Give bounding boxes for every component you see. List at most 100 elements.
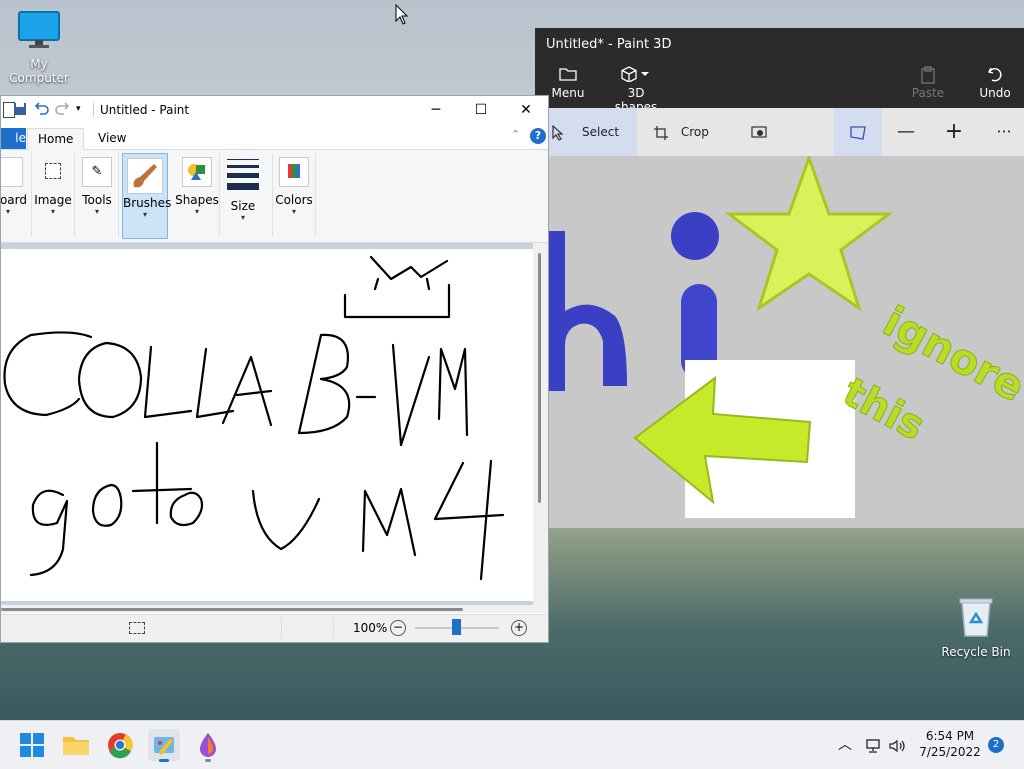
flag-icon [849,125,867,140]
recycle-bin-desktop-icon[interactable]: Recycle Bin [940,596,1012,659]
active-indicator [159,759,169,762]
zoom-slider-thumb[interactable] [452,619,461,635]
colors-label: Colors [275,193,313,207]
undo-button[interactable]: Undo [975,66,1015,100]
clipboard-group[interactable]: Clipboard ▾ [1,153,32,237]
collapse-ribbon-button[interactable]: ⌃ [511,128,520,141]
paint-title: Untitled - Paint [100,103,190,117]
customize-quick-access-button[interactable]: ▾ [76,104,81,114]
zoom-in-icon[interactable]: + [511,620,527,636]
paint3d-menubar: Menu 3D shapes Paste Undo [535,62,1024,114]
file-explorer-button[interactable] [60,729,92,761]
my-computer-desktop-icon[interactable]: My Computer [0,10,78,85]
menu-button[interactable]: Menu [549,66,587,100]
paint3d-taskbar-button[interactable] [192,729,224,762]
image-select-icon [45,163,61,179]
size-label: Size [230,199,256,213]
clipboard-dropdown-icon: ▾ [5,207,10,216]
menu-label: Menu [551,86,585,100]
shapes-label: Shapes [175,193,219,207]
selection-size-icon [129,622,145,634]
paint-canvas[interactable] [1,249,533,601]
tools-group[interactable]: ✎ Tools ▾ [76,153,119,237]
tab-file[interactable]: File [1,128,26,149]
speaker-icon [889,739,905,752]
paint-taskbar-button[interactable] [148,729,180,762]
paint3d-title: Untitled* - Paint 3D [546,37,672,52]
chrome-button[interactable] [104,729,136,761]
colors-icon [279,157,309,187]
paint3d-toolbar: Select Crop — + ··· [535,108,1024,157]
tab-home[interactable]: Home [27,128,85,150]
magic-select-tool[interactable] [751,108,775,156]
cube-icon [605,66,667,86]
vertical-scroll-thumb[interactable] [538,253,541,503]
maximize-icon: ☐ [474,102,488,118]
colors-group[interactable]: Colors ▾ [272,153,316,237]
redo-arrow-icon [55,102,70,115]
crop-tool[interactable]: Crop [653,108,723,156]
zoom-out-icon[interactable]: − [390,620,406,636]
folder-icon [63,737,89,755]
image-group[interactable]: Image ▾ [32,153,75,237]
plus-icon: + [944,119,964,144]
save-quick-button[interactable] [13,102,27,119]
paint-ribbon-tabs: File Home View ⌃ ? [1,124,548,150]
minimize-button[interactable]: ─ [413,96,459,124]
paint3d-titlebar[interactable]: Untitled* - Paint 3D [535,28,1024,62]
status-divider [333,617,334,639]
recycle-bin-label: Recycle Bin [941,645,1011,659]
tab-file-label: File [16,131,26,145]
vertical-scrollbar[interactable] [533,243,548,605]
paint-workspace [1,243,548,605]
select-cursor-icon [551,108,565,156]
tab-view-label: View [98,131,127,145]
select-label: Select [582,125,620,139]
view-toggle-button[interactable] [834,108,882,156]
help-button[interactable]: ? [530,128,546,144]
clock-time: 6:54 PM [925,729,975,743]
more-options-button[interactable]: ··· [989,108,1019,156]
crop-icon [653,125,673,140]
running-indicator [205,759,211,762]
volume-button[interactable] [888,721,908,769]
paint3d-canvas[interactable]: ignore this [535,156,1024,528]
close-button[interactable]: ✕ [503,96,548,124]
size-group[interactable]: Size ▾ [223,153,263,237]
clock[interactable]: 6:54 PM 7/25/2022 [918,721,982,769]
image-dropdown-icon: ▾ [50,207,55,216]
paint-titlebar[interactable]: ▾ Untitled - Paint ─ ☐ ✕ [1,96,548,124]
start-button[interactable] [16,729,48,761]
tab-view[interactable]: View [88,128,136,149]
horizontal-scrollbar[interactable] [1,605,548,613]
clock-date: 7/25/2022 [919,745,981,759]
undo-quick-button[interactable] [34,101,49,118]
more-icon: ··· [996,122,1012,141]
paste-button[interactable]: Paste [909,66,947,100]
my-computer-label: My Computer [9,57,69,85]
brushes-label: Brushes [123,196,172,210]
network-button[interactable] [864,721,884,769]
zoom-level: 100% [353,621,388,635]
redo-quick-button[interactable] [55,101,70,118]
zoom-out-button[interactable]: — [891,108,921,156]
mouse-pointer-icon [395,4,409,25]
brushes-group[interactable]: Brushes ▾ [122,153,172,239]
show-hidden-icons-button[interactable]: ︿ [838,721,854,769]
tools-label: Tools [82,193,112,207]
size-lines-icon [227,159,259,190]
windows-logo-icon [20,733,44,757]
notification-badge[interactable]: 2 [988,737,1004,753]
select-tool[interactable]: Select [535,108,637,156]
handwriting-drawing [3,255,505,581]
undo-arrow-icon [34,102,49,115]
size-dropdown-icon: ▾ [240,213,245,222]
paste-icon [909,66,947,86]
zoom-in-button[interactable]: + [939,108,969,156]
minimize-icon: ─ [431,102,441,118]
3d-shapes-button[interactable]: 3D shapes [605,66,667,114]
maximize-button[interactable]: ☐ [458,96,504,124]
shapes-group[interactable]: Shapes ▾ [175,153,220,237]
taskbar: ︿ 6:54 PM 7/25/2022 2 [0,720,1024,769]
horizontal-scroll-thumb[interactable] [1,608,463,611]
